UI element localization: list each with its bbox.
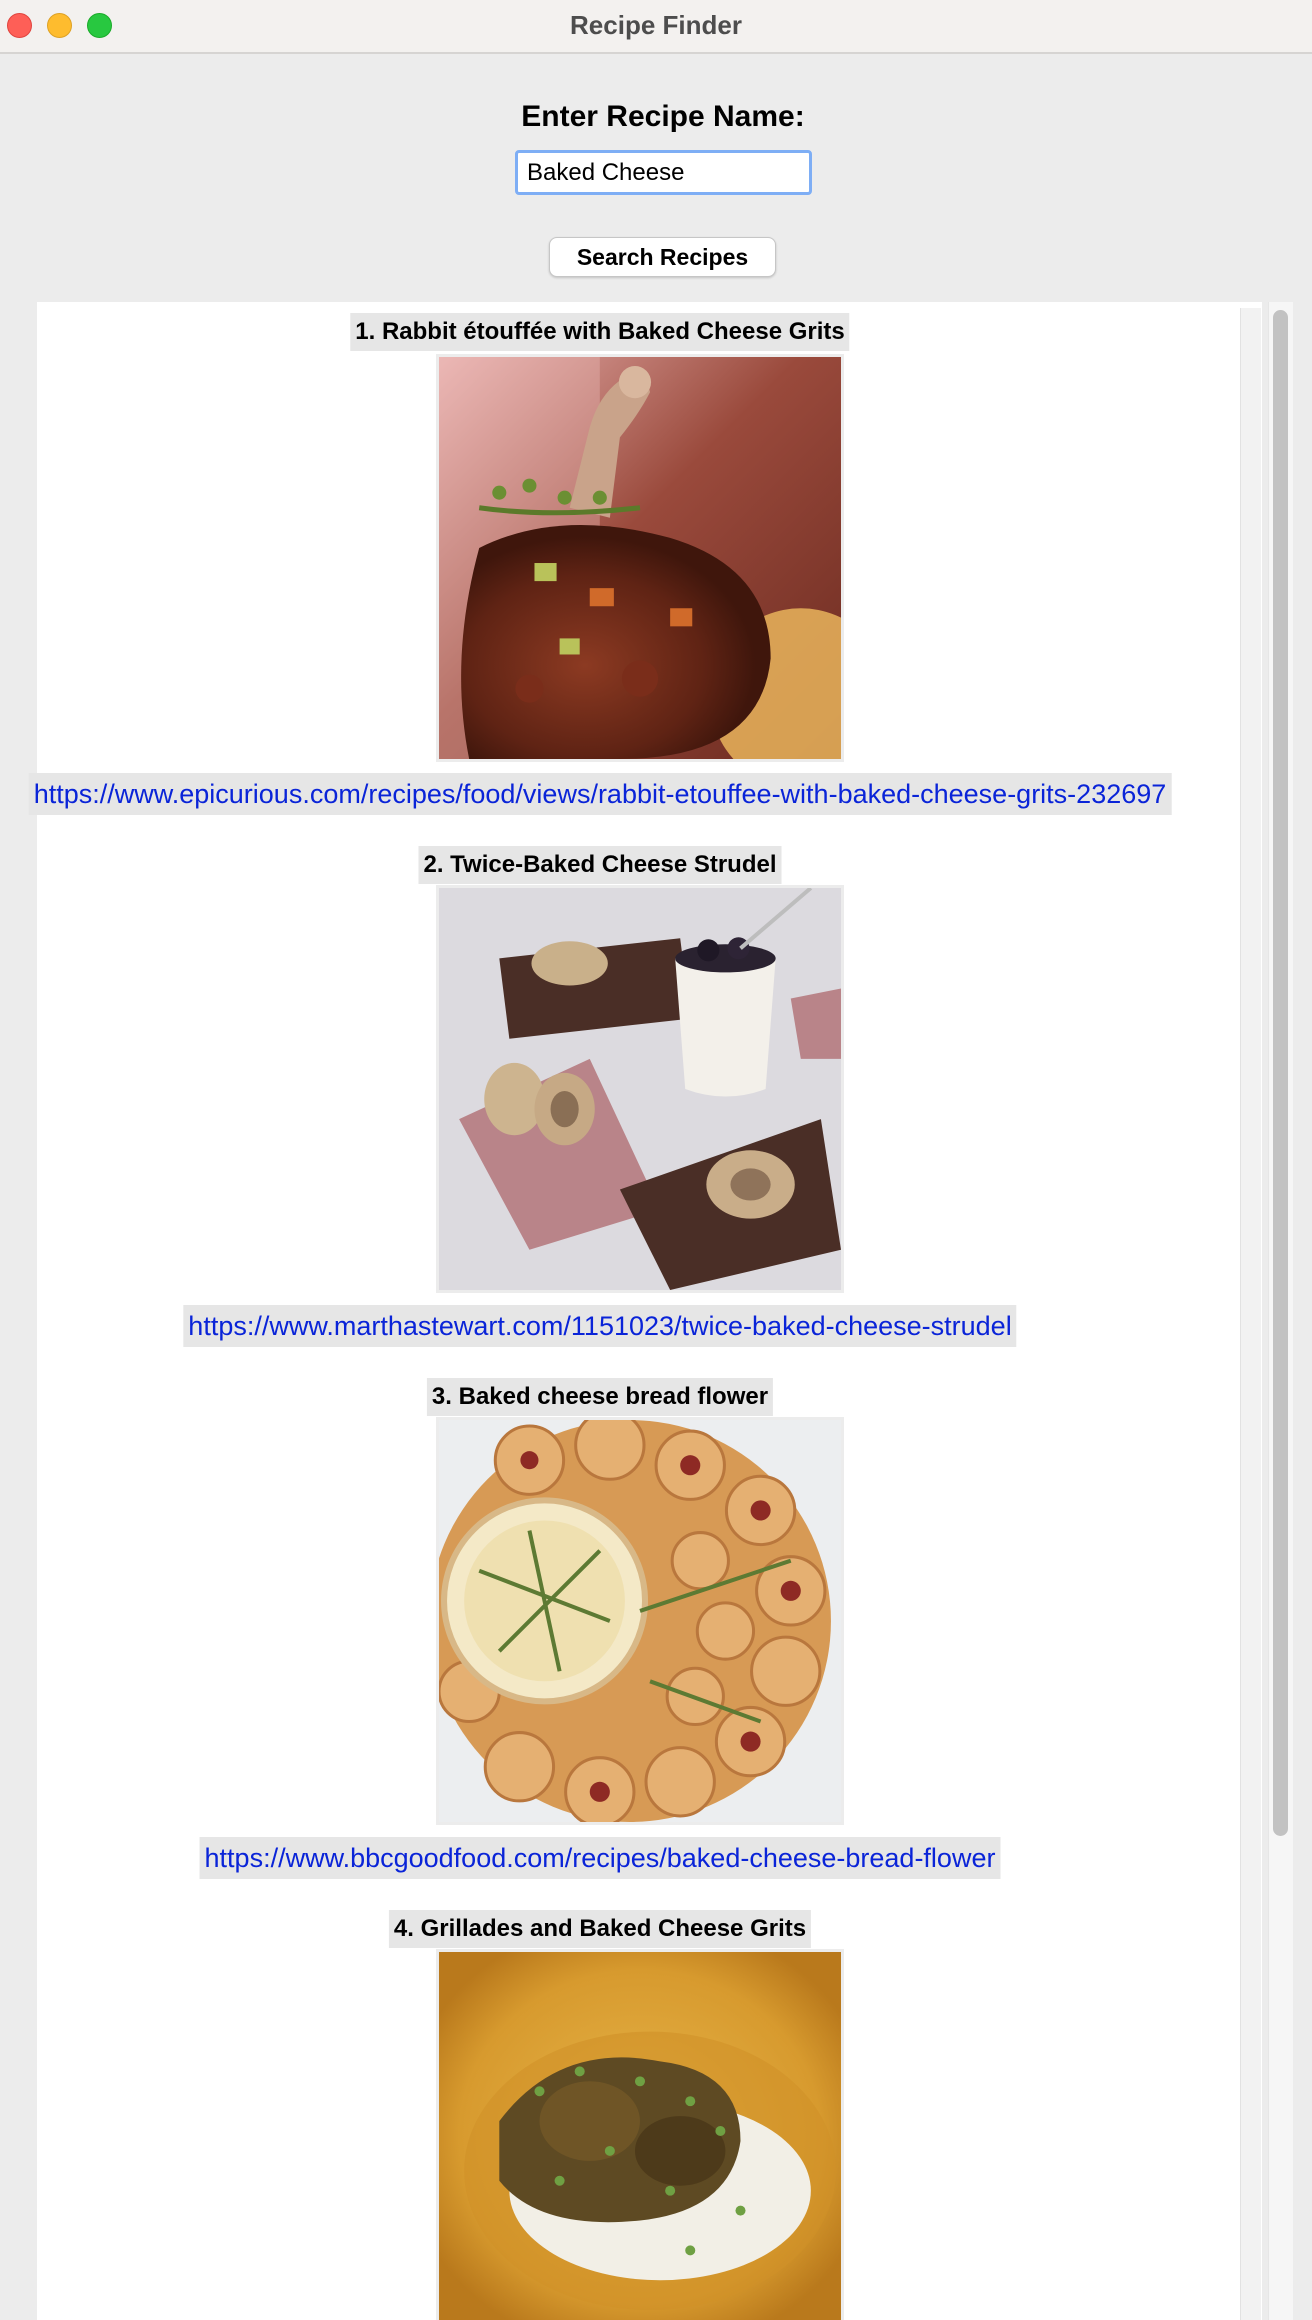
window-title: Recipe Finder [570, 10, 742, 40]
cheese-bread-flower-photo-icon [436, 1417, 844, 1825]
results-inner-scrollbar[interactable] [1240, 308, 1261, 2320]
recipe-link[interactable]: https://www.epicurious.com/recipes/food/… [28, 773, 1172, 815]
recipe-title: 1. Rabbit étouffée with Baked Cheese Gri… [350, 313, 850, 351]
rabbit-etouffee-photo-icon [436, 354, 844, 762]
search-recipes-button[interactable]: Search Recipes [549, 237, 776, 277]
results-scrollbar-thumb[interactable] [1273, 310, 1288, 1836]
recipe-name-label: Enter Recipe Name: [521, 100, 805, 133]
recipe-title: 2. Twice-Baked Cheese Strudel [418, 846, 782, 884]
recipe-title: 3. Baked cheese bread flower [426, 1378, 774, 1416]
recipe-link[interactable]: https://www.bbcgoodfood.com/recipes/bake… [199, 1837, 1001, 1879]
recipe-title: 4. Grillades and Baked Cheese Grits [388, 1910, 812, 1948]
recipe-name-input[interactable] [515, 150, 812, 195]
grillades-grits-photo-icon [436, 1949, 844, 2320]
cheese-strudel-photo-icon [436, 885, 844, 1293]
recipe-link[interactable]: https://www.marthastewart.com/1151023/tw… [183, 1305, 1017, 1347]
title-bar: Recipe Finder [0, 0, 1312, 54]
